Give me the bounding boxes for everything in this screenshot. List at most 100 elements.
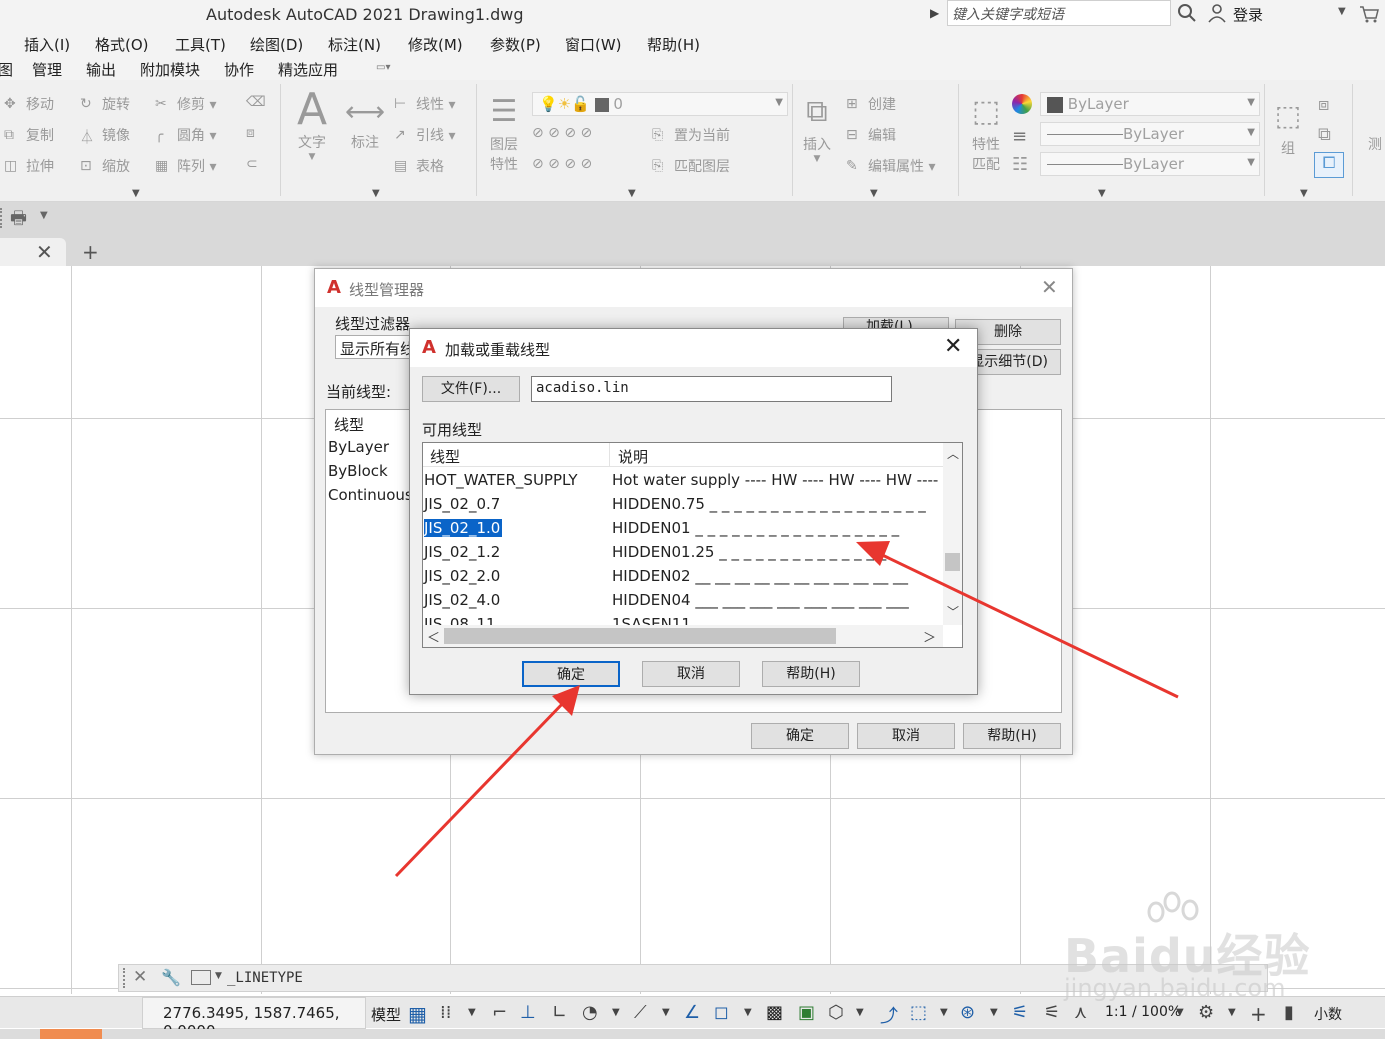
cancel-button[interactable]: 取消 [642, 661, 740, 687]
list-item[interactable]: ByBlock [328, 462, 388, 480]
array-button[interactable]: ▦ 阵列 ▾ [155, 156, 216, 176]
table-row[interactable]: JIS_02_4.0 HIDDEN04 ___ ___ ___ ___ ___ _… [423, 589, 943, 613]
annotation-scale-value[interactable]: 1:1 / 100% [1105, 1004, 1181, 1020]
command-prompt-icon[interactable] [191, 970, 211, 985]
chevron-down-icon[interactable]: ▼ [1228, 1007, 1250, 1029]
chevron-down-icon[interactable]: ▼ [662, 1007, 684, 1029]
dynamic-ucs-icon[interactable]: ⤴ [880, 1002, 902, 1027]
scrollbar-thumb[interactable] [945, 553, 960, 571]
chevron-down-icon[interactable]: ▼ [612, 1007, 634, 1029]
table-row[interactable]: JIS_02_2.0 HIDDEN02 __ __ __ __ __ __ __ … [423, 565, 943, 589]
3d-osnap-icon[interactable]: ⬡ [828, 1002, 850, 1024]
help-button[interactable]: 帮助(H) [963, 723, 1061, 749]
new-tab-icon[interactable]: + [82, 240, 99, 264]
isodraft-icon[interactable]: ⟋ [634, 1002, 656, 1024]
chevron-down-icon[interactable]: ▼ [1176, 1007, 1198, 1029]
table-row[interactable]: JIS_02_1.0 HIDDEN01 _ _ _ _ _ _ _ _ _ _ _… [423, 517, 943, 541]
menu-modify[interactable]: 修改(M) [408, 34, 463, 55]
user-icon[interactable] [1206, 2, 1228, 24]
chevron-down-icon[interactable]: ▼ [40, 210, 48, 221]
selection-cycling-icon[interactable]: ▣ [798, 1002, 820, 1024]
menu-tools[interactable]: 工具(T) [175, 34, 226, 55]
offset-button[interactable]: ⊂ [246, 156, 268, 174]
table-row[interactable]: JIS_02_0.7 HIDDEN0.75 _ _ _ _ _ _ _ _ _ _… [423, 493, 943, 517]
close-icon[interactable]: ✕ [1041, 275, 1058, 299]
object-snap-icon[interactable]: ◻ [714, 1002, 736, 1024]
layer-properties-button[interactable]: ☰ 图层 特性 [482, 90, 526, 174]
block-panel-expand-icon[interactable]: ▼ [870, 188, 878, 199]
ok-button[interactable]: 确定 [522, 661, 620, 687]
tab-output[interactable]: 输出 [86, 59, 116, 80]
model-space-button[interactable]: 模型 [371, 1004, 401, 1025]
file-button[interactable]: 文件(F)... [422, 376, 520, 402]
table-row[interactable]: JIS_02_1.2 HIDDEN01.25 _ _ _ _ _ _ _ _ _ … [423, 541, 943, 565]
auto-scale-icon[interactable]: ⚟ [1044, 1002, 1066, 1024]
chevron-down-icon[interactable]: ▼ [940, 1007, 962, 1029]
login-link[interactable]: 登录 [1233, 4, 1263, 25]
list-item[interactable]: Continuous [328, 486, 413, 504]
linear-dimension-button[interactable]: ⊢ 线性 ▾ [394, 94, 455, 114]
available-linetypes-table[interactable]: 线型 说明 HOT_WATER_SUPPLY Hot water supply -… [422, 442, 963, 648]
modify-panel-expand-icon[interactable]: ▼ [132, 188, 140, 199]
coordinate-readout[interactable]: 2776.3495, 1587.7465, 0.0000 [142, 997, 366, 1039]
cancel-button[interactable]: 取消 [857, 723, 955, 749]
table-button[interactable]: ▤ 表格 [394, 156, 444, 176]
scroll-up-icon[interactable]: ︿ [947, 445, 959, 462]
plus-icon[interactable]: + [1250, 1002, 1272, 1026]
menu-window[interactable]: 窗口(W) [565, 34, 622, 55]
linetype-combo[interactable]: ByLayer ▼ [1040, 122, 1260, 146]
tab-manage[interactable]: 管理 [32, 59, 62, 80]
leader-button[interactable]: ↗ 引线 ▾ [394, 125, 455, 145]
mirror-button[interactable]: ⏃ 镜像 [80, 125, 130, 146]
close-icon[interactable]: ✕ [133, 967, 147, 987]
selection-filter-icon[interactable]: ⬚ [910, 1002, 932, 1024]
trim-button[interactable]: ✂ 修剪 ▾ [155, 94, 216, 114]
move-button[interactable]: ✥ 移动 [4, 94, 54, 114]
wrench-icon[interactable]: 🔧 [161, 968, 181, 987]
column-divider[interactable] [609, 443, 610, 467]
group-select-toggle[interactable]: ⧠ [1314, 152, 1344, 178]
horizontal-scrollbar[interactable]: ＜ ＞ [423, 625, 943, 647]
tab-featured-apps[interactable]: 精选应用 [278, 59, 338, 80]
document-tab[interactable] [0, 238, 66, 266]
erase-button[interactable]: ⌫ [246, 94, 268, 112]
lineweight-icon[interactable]: ≡ [1012, 126, 1027, 147]
chevron-down-icon[interactable]: ▼ [215, 971, 222, 981]
stretch-button[interactable]: ◫ 拉伸 [4, 156, 54, 176]
chevron-down-icon[interactable]: ▼ [990, 1007, 1012, 1029]
insert-block-button[interactable]: ⧉ 插入 ▼ [796, 90, 838, 164]
ribbon-toggle-icon[interactable]: ▭▾ [376, 62, 390, 73]
annotation-visibility-icon[interactable]: ⚟ [1012, 1002, 1034, 1024]
color-combo[interactable]: ByLayer ▼ [1040, 92, 1260, 116]
dynamic-input-icon[interactable]: ⊥ [520, 1002, 542, 1024]
group-button[interactable]: ⬚ 组 [1268, 94, 1308, 158]
scroll-right-icon[interactable]: ＞ [923, 627, 936, 646]
help-search-input[interactable]: 键入关键字或短语 [947, 0, 1171, 26]
groups-panel-expand-icon[interactable]: ▼ [1300, 188, 1308, 199]
menu-insert[interactable]: 插入(I) [24, 34, 70, 55]
chevron-down-icon[interactable]: ▼ [856, 1007, 878, 1029]
measure-button[interactable]: 测 [1360, 134, 1385, 154]
tab-addins[interactable]: 附加模块 [140, 59, 200, 80]
help-button[interactable]: 帮助(H) [762, 661, 860, 687]
linetype-icon[interactable]: ☷ [1012, 154, 1028, 175]
layers-panel-expand-icon[interactable]: ▼ [628, 188, 636, 199]
layer-combo[interactable]: 💡☀🔓 0 ▼ [532, 92, 788, 116]
close-icon[interactable]: ✕ [36, 240, 53, 264]
properties-panel-expand-icon[interactable]: ▼ [1098, 188, 1106, 199]
list-item[interactable]: ByLayer [328, 438, 389, 456]
polar-tracking-icon[interactable]: ◔ [582, 1002, 604, 1024]
color-wheel-icon[interactable] [1012, 94, 1032, 114]
menu-format[interactable]: 格式(O) [95, 34, 149, 55]
grip-handle[interactable] [0, 208, 4, 228]
grip-handle[interactable] [123, 968, 129, 988]
group-edit-icon[interactable]: ⧉ [1318, 124, 1331, 145]
command-input[interactable]: _LINETYPE [227, 970, 303, 986]
units-value[interactable]: 小数 [1314, 1004, 1342, 1024]
ortho-icon[interactable]: ∟ [552, 1002, 574, 1024]
layer-tools-row-1[interactable]: ⊘ ⊘ ⊘ ⊘ [532, 125, 592, 141]
vertical-scrollbar[interactable]: ︿ ﹀ [943, 443, 962, 625]
ok-button[interactable]: 确定 [751, 723, 849, 749]
print-icon[interactable]: 🖶 [10, 206, 27, 236]
scroll-down-icon[interactable]: ﹀ [947, 603, 959, 620]
